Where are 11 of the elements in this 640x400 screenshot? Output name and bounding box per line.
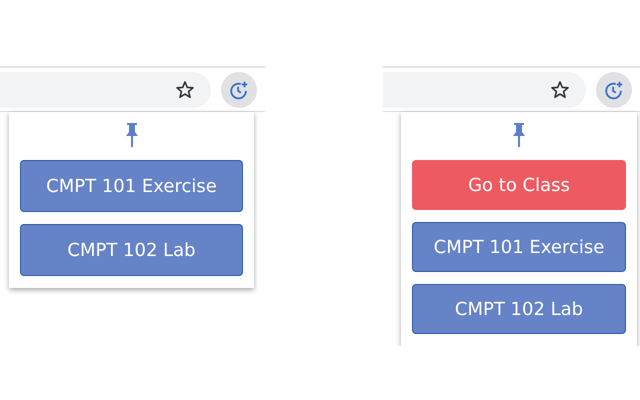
pin-icon[interactable] <box>511 122 527 148</box>
go-to-class-button[interactable]: Go to Class <box>412 160 626 210</box>
extension-button[interactable] <box>596 72 632 108</box>
course-button[interactable]: CMPT 101 Exercise <box>412 222 626 272</box>
bookmark-star-icon[interactable] <box>550 80 570 100</box>
bookmark-star-icon[interactable] <box>175 80 195 100</box>
extension-button[interactable] <box>221 72 257 108</box>
pin-icon[interactable] <box>124 122 140 148</box>
course-button[interactable]: CMPT 102 Lab <box>412 284 626 334</box>
course-button[interactable]: CMPT 102 Lab <box>20 224 243 276</box>
course-button[interactable]: CMPT 101 Exercise <box>20 160 243 212</box>
